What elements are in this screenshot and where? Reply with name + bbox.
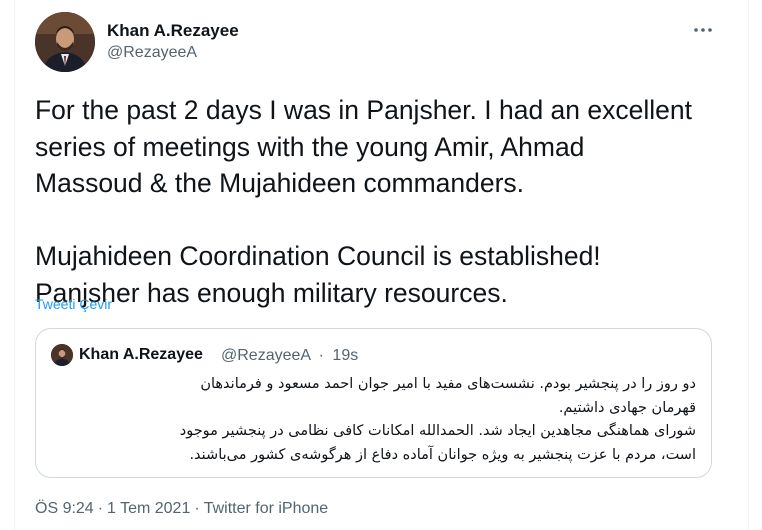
tweet-paragraph: For the past 2 days I was in Panjsher. I… bbox=[35, 95, 692, 198]
quoted-meta: @RezayeeA · 19s bbox=[221, 347, 358, 365]
tweet-time[interactable]: ÖS 9:24 bbox=[35, 500, 94, 518]
avatar[interactable] bbox=[35, 12, 95, 72]
quoted-avatar bbox=[51, 344, 73, 366]
more-horizontal-icon bbox=[694, 28, 712, 32]
tweet-date[interactable]: 1 Tem 2021 bbox=[107, 500, 190, 518]
quoted-text-line: شورای هماهنگی مجاهدین ایجاد شد. الحمدالل… bbox=[179, 423, 696, 439]
quoted-time: 19s bbox=[332, 347, 359, 364]
author-handle[interactable]: @RezayeeA bbox=[107, 44, 197, 62]
footer-separator: · bbox=[194, 500, 200, 517]
avatar-photo-icon bbox=[35, 12, 95, 72]
quoted-author-handle: @RezayeeA bbox=[221, 347, 311, 364]
quoted-text-line: دو روز را در پنجشیر بودم. نشست‌های مفید … bbox=[200, 376, 696, 392]
footer-separator: · bbox=[97, 500, 104, 517]
tweet-paragraph: Mujahideen Coordination Council is estab… bbox=[35, 241, 601, 308]
avatar-photo-icon bbox=[51, 344, 73, 366]
quoted-tweet-text: دو روز را در پنجشیر بودم. نشست‌های مفید … bbox=[48, 373, 696, 467]
translate-tweet-link[interactable]: Tweeti Çevir bbox=[35, 296, 112, 312]
quoted-text-line: است، مردم با عزت پنجشیر به ویژه جوانان آ… bbox=[189, 446, 696, 463]
tweet-footer: ÖS 9:24 · 1 Tem 2021 · Twitter for iPhone bbox=[35, 500, 328, 518]
author-name[interactable]: Khan A.Rezayee bbox=[107, 21, 239, 41]
quoted-author-name: Khan A.Rezayee bbox=[79, 346, 203, 363]
more-options-button[interactable] bbox=[687, 17, 719, 43]
tweet-text: For the past 2 days I was in Panjsher. I… bbox=[35, 92, 735, 311]
quoted-tweet[interactable]: Khan A.Rezayee @RezayeeA · 19s دو روز را… bbox=[35, 328, 712, 478]
quoted-text-line: قهرمان جهادی داشتیم. bbox=[558, 399, 696, 416]
tweet-card: Khan A.Rezayee @RezayeeA For the past 2 … bbox=[14, 0, 749, 530]
meta-separator: · bbox=[318, 347, 324, 364]
tweet-source[interactable]: Twitter for iPhone bbox=[204, 500, 329, 518]
